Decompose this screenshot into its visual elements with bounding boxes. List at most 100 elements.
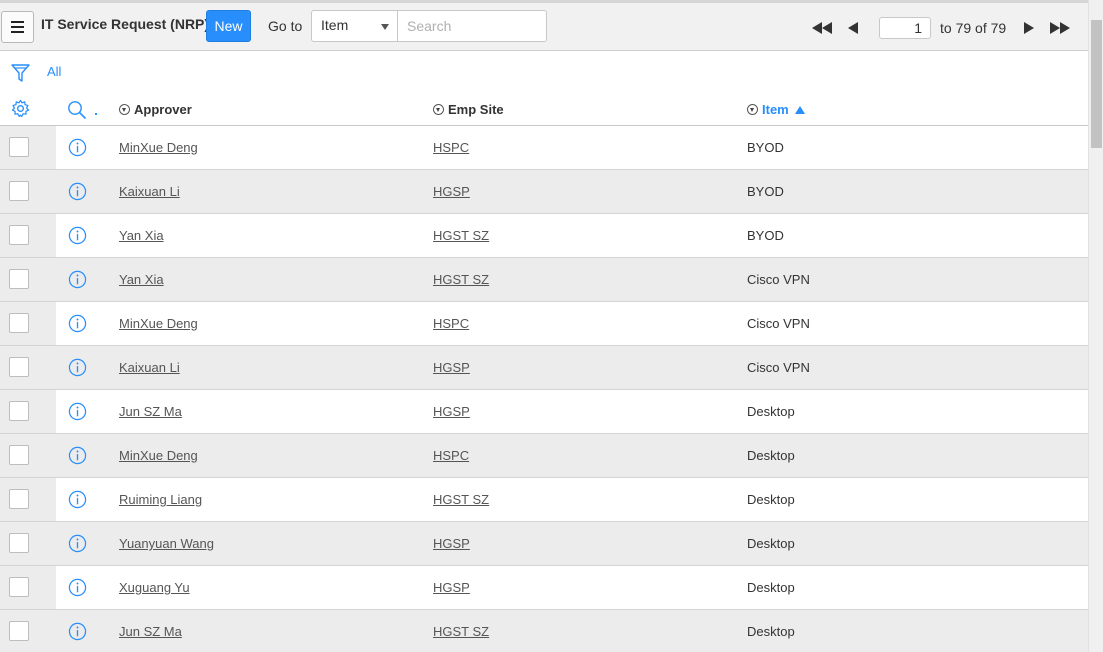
info-icon[interactable] [68,270,87,289]
row-checkbox[interactable] [9,225,29,245]
row-checkbox[interactable] [9,577,29,597]
column-label: Approver [134,102,192,117]
scrollbar-thumb[interactable] [1091,20,1102,148]
table-row: Xuguang Yu HGSP Desktop [0,566,1088,610]
search-icon[interactable] [67,100,87,120]
row-checkbox[interactable] [9,621,29,641]
row-select-cell [0,170,56,213]
info-icon[interactable] [68,138,87,157]
page-total-text: to 79 of 79 [940,20,1007,36]
column-menu-icon[interactable] [433,104,444,115]
list-header: IT Service Request (NRP) New Go to Item … [0,0,1088,51]
column-menu-icon[interactable] [119,104,130,115]
table-row: MinXue Deng HSPC BYOD [0,126,1088,170]
item-value: Desktop [747,404,795,419]
info-icon[interactable] [68,622,87,641]
hamburger-line [11,26,24,28]
item-value: Desktop [747,448,795,463]
row-select-cell [0,478,56,521]
info-icon[interactable] [68,578,87,597]
info-icon[interactable] [68,314,87,333]
page-number-input[interactable] [879,17,931,39]
approver-link[interactable]: Kaixuan Li [119,184,180,199]
emp-site-link[interactable]: HGSP [433,184,470,199]
row-checkbox[interactable] [9,313,29,333]
column-header-approver[interactable]: Approver [119,102,192,117]
first-page-button[interactable] [812,20,832,36]
emp-site-link[interactable]: HGST SZ [433,624,489,639]
emp-site-link[interactable]: HGST SZ [433,492,489,507]
sort-ascending-icon [794,105,805,114]
item-value: Cisco VPN [747,316,810,331]
table-row: Yan Xia HGST SZ Cisco VPN [0,258,1088,302]
column-label: Item [762,102,789,117]
last-page-button[interactable] [1050,20,1070,36]
new-button[interactable]: New [206,10,251,42]
row-checkbox[interactable] [9,181,29,201]
row-select-cell [0,258,56,301]
table-row: Jun SZ Ma HGSP Desktop [0,390,1088,434]
item-value: BYOD [747,184,784,199]
column-header-emp-site[interactable]: Emp Site [433,102,504,117]
emp-site-link[interactable]: HGSP [433,360,470,375]
emp-site-link[interactable]: HGST SZ [433,272,489,287]
info-icon[interactable] [68,358,87,377]
emp-site-link[interactable]: HSPC [433,448,469,463]
approver-link[interactable]: Yan Xia [119,272,164,287]
row-checkbox[interactable] [9,533,29,553]
hamburger-line [11,31,24,33]
next-page-button[interactable] [1024,20,1034,36]
approver-link[interactable]: Ruiming Liang [119,492,202,507]
approver-link[interactable]: Yuanyuan Wang [119,536,214,551]
column-label: Emp Site [448,102,504,117]
first-page-icon [812,22,822,34]
approver-link[interactable]: MinXue Deng [119,316,198,331]
approver-link[interactable]: Yan Xia [119,228,164,243]
column-header-item[interactable]: Item [747,102,805,117]
info-icon[interactable] [68,182,87,201]
approver-link[interactable]: Jun SZ Ma [119,404,182,419]
info-icon[interactable] [68,402,87,421]
goto-field-select[interactable]: Item [311,10,398,42]
filter-icon[interactable] [11,63,30,83]
row-checkbox[interactable] [9,489,29,509]
row-checkbox[interactable] [9,401,29,421]
filter-breadcrumb-row: All [0,52,1088,92]
row-checkbox[interactable] [9,357,29,377]
info-icon[interactable] [68,226,87,245]
emp-site-link[interactable]: HSPC [433,316,469,331]
approver-link[interactable]: MinXue Deng [119,448,198,463]
filter-all-link[interactable]: All [47,64,61,79]
vertical-scrollbar[interactable] [1088,0,1103,652]
table-row: Yan Xia HGST SZ BYOD [0,214,1088,258]
row-select-cell [0,610,56,652]
emp-site-link[interactable]: HSPC [433,140,469,155]
column-menu-icon[interactable] [747,104,758,115]
approver-link[interactable]: Jun SZ Ma [119,624,182,639]
item-value: Cisco VPN [747,360,810,375]
last-page-icon [1060,22,1070,34]
row-checkbox[interactable] [9,137,29,157]
previous-page-icon [848,22,858,34]
previous-page-button[interactable] [848,20,858,36]
gear-icon[interactable] [11,99,30,118]
emp-site-link[interactable]: HGSP [433,580,470,595]
row-checkbox[interactable] [9,445,29,465]
approver-link[interactable]: Xuguang Yu [119,580,190,595]
info-icon[interactable] [68,446,87,465]
row-checkbox[interactable] [9,269,29,289]
item-value: Cisco VPN [747,272,810,287]
approver-link[interactable]: Kaixuan Li [119,360,180,375]
item-value: Desktop [747,624,795,639]
emp-site-link[interactable]: HGST SZ [433,228,489,243]
hamburger-menu-button[interactable] [1,11,34,43]
emp-site-link[interactable]: HGSP [433,536,470,551]
emp-site-link[interactable]: HGSP [433,404,470,419]
list-body: MinXue Deng HSPC BYOD Kaixuan Li HGSP BYOD Yan… [0,126,1088,652]
search-input[interactable] [397,10,547,42]
row-select-cell [0,302,56,345]
info-icon[interactable] [68,534,87,553]
approver-link[interactable]: MinXue Deng [119,140,198,155]
info-icon[interactable] [68,490,87,509]
chevron-down-icon [381,24,389,30]
